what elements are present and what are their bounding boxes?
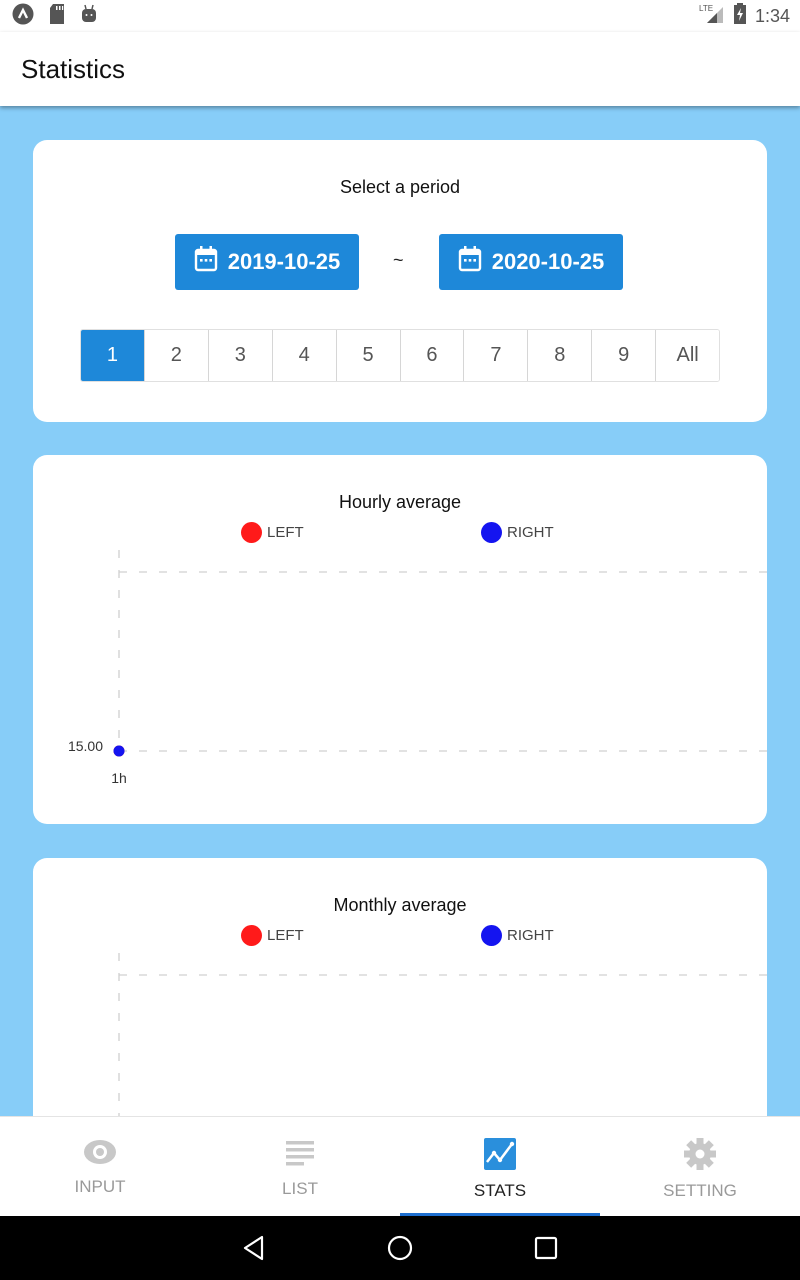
nav-tab-input[interactable]: INPUT [0, 1117, 200, 1216]
segment-8[interactable]: 8 [528, 330, 593, 381]
nav-label-list: LIST [282, 1179, 318, 1198]
chart-icon [484, 1138, 516, 1175]
sd-card-icon [48, 3, 66, 30]
segment-selector: 1 2 3 4 5 6 7 8 9 All [80, 329, 720, 382]
hourly-chart: 15.00 1h [68, 550, 767, 786]
period-selector-card: Select a period 2019-10-25 ~ 2020-10-25 … [33, 140, 767, 422]
start-date-label: 2019-10-25 [227, 249, 341, 274]
segment-6[interactable]: 6 [400, 330, 465, 381]
calendar-icon [458, 246, 482, 278]
recents-icon[interactable] [534, 1236, 558, 1260]
app-bar: Statistics [0, 32, 800, 106]
segment-2[interactable]: 2 [144, 330, 209, 381]
segment-5[interactable]: 5 [336, 330, 401, 381]
monthly-average-card: Monthly average LEFT RIGHT [33, 858, 767, 1158]
end-date-button[interactable]: 2020-10-25 [439, 234, 623, 290]
page-title: Statistics [21, 53, 126, 84]
back-icon[interactable] [242, 1235, 266, 1261]
active-tab-indicator [400, 1213, 600, 1216]
home-icon[interactable] [386, 1234, 414, 1262]
segment-3[interactable]: 3 [208, 330, 273, 381]
period-title: Select a period [339, 177, 461, 197]
app-notification-icon [12, 3, 34, 30]
bottom-navigation: INPUT LIST STATS SETTING [0, 1116, 800, 1216]
status-time: 1:34 [754, 5, 790, 26]
battery-charging-icon [733, 2, 747, 30]
status-bar: LTE 1:34 [0, 0, 800, 32]
nav-label-setting: SETTING [663, 1181, 737, 1200]
nav-tab-setting[interactable]: SETTING [600, 1117, 800, 1216]
nav-tab-stats[interactable]: STATS [400, 1117, 600, 1216]
hourly-average-card: Hourly average LEFT RIGHT 15.00 1h [33, 455, 767, 824]
segment-4[interactable]: 4 [272, 330, 337, 381]
x-tick-label: 1h [111, 770, 127, 786]
system-navigation-bar [0, 1216, 800, 1280]
start-date-button[interactable]: 2019-10-25 [175, 234, 359, 290]
nav-label-stats: STATS [473, 1181, 527, 1200]
android-debug-icon [80, 4, 98, 29]
nav-tab-list[interactable]: LIST [200, 1117, 400, 1216]
segment-7[interactable]: 7 [464, 330, 529, 381]
status-right-icons: LTE 1:34 [699, 2, 790, 30]
eye-icon [83, 1138, 117, 1171]
calendar-icon [194, 246, 218, 278]
segment-all[interactable]: All [656, 330, 719, 381]
data-point-right [113, 745, 125, 757]
monthly-chart [118, 953, 767, 1158]
nav-label-input: INPUT [74, 1177, 126, 1196]
segment-1[interactable]: 1 [81, 330, 145, 381]
lte-signal-icon: LTE [699, 3, 725, 30]
date-separator: ~ [393, 250, 404, 270]
segment-9[interactable]: 9 [592, 330, 657, 381]
status-left-icons [12, 3, 98, 30]
end-date-label: 2020-10-25 [491, 249, 605, 274]
y-tick-label: 15.00 [68, 738, 103, 754]
list-icon [285, 1138, 315, 1173]
gear-icon [684, 1138, 716, 1175]
svg-text:LTE: LTE [699, 4, 713, 13]
